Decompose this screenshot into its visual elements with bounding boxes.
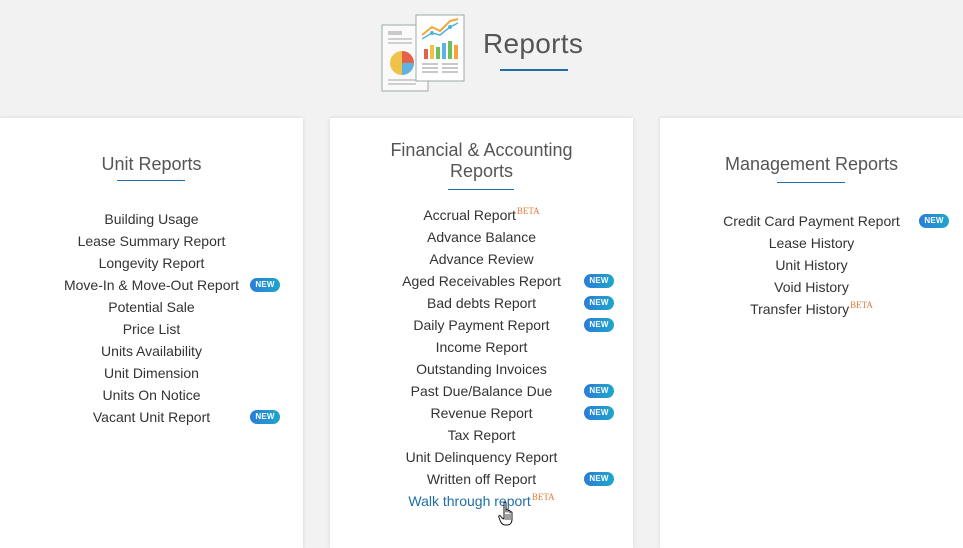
unit-reports-list: Building Usage Lease Summary Report Longev… [0, 208, 303, 428]
report-item-potential-sale[interactable]: Potential Sale [0, 296, 303, 318]
financial-reports-title-line1: Financial & Accounting [390, 140, 573, 160]
report-item-building-usage[interactable]: Building Usage [0, 208, 303, 230]
management-reports-underline [777, 182, 845, 183]
new-badge: NEW [584, 384, 614, 398]
report-item-advance-review[interactable]: Advance Review [330, 248, 633, 270]
beta-label: BETA [516, 206, 540, 216]
hand-cursor-icon [498, 501, 513, 526]
report-item-revenue-report[interactable]: Revenue Report NEW [330, 402, 633, 424]
report-item-units-availability[interactable]: Units Availability [0, 340, 303, 362]
new-badge: NEW [584, 406, 614, 420]
report-item-price-list[interactable]: Price List [0, 318, 303, 340]
report-link[interactable]: Revenue Report [431, 405, 533, 421]
report-link[interactable]: Longevity Report [99, 255, 205, 271]
management-reports-panel: Management Reports Credit Card Payment R… [660, 118, 963, 548]
report-item-void-history[interactable]: Void History [660, 276, 963, 298]
report-link[interactable]: Daily Payment Report [413, 317, 549, 333]
unit-reports-panel: Unit Reports Building Usage Lease Summary… [0, 118, 303, 548]
report-link[interactable]: Unit Delinquency Report [406, 449, 558, 465]
new-badge: NEW [584, 472, 614, 486]
page-title: Reports [483, 28, 584, 59]
management-reports-title: Management Reports [724, 154, 899, 174]
new-badge: NEW [584, 274, 614, 288]
report-link[interactable]: Income Report [436, 339, 528, 355]
report-link[interactable]: Units Availability [101, 343, 202, 359]
financial-reports-title: Financial & Accounting Reports [330, 140, 633, 182]
report-item-income-report[interactable]: Income Report [330, 336, 633, 358]
report-link[interactable]: Outstanding Invoices [416, 361, 547, 377]
report-link[interactable]: Bad debts Report [427, 295, 536, 311]
report-item-unit-delinquency-report[interactable]: Unit Delinquency Report [330, 446, 633, 468]
report-link[interactable]: Lease History [769, 235, 855, 251]
report-link[interactable]: Accrual Report [423, 207, 516, 223]
report-link[interactable]: Vacant Unit Report [93, 409, 210, 425]
new-badge: NEW [584, 318, 614, 332]
reports-chart-icon [381, 14, 465, 92]
report-link[interactable]: Potential Sale [108, 299, 194, 315]
management-reports-list: Credit Card Payment Report NEW Lease Histo… [660, 210, 963, 320]
report-item-unit-history[interactable]: Unit History [660, 254, 963, 276]
report-link[interactable]: Advance Review [429, 251, 533, 267]
report-link[interactable]: Unit History [775, 257, 847, 273]
financial-reports-title-line2: Reports [449, 161, 514, 181]
report-item-written-off-report[interactable]: Written off Report NEW [330, 468, 633, 490]
report-link[interactable]: Past Due/Balance Due [411, 383, 553, 399]
report-link[interactable]: Tax Report [448, 427, 516, 443]
report-item-tax-report[interactable]: Tax Report [330, 424, 633, 446]
report-link[interactable]: Void History [774, 279, 849, 295]
report-item-vacant-unit-report[interactable]: Vacant Unit Report NEW [0, 406, 303, 428]
report-item-daily-payment-report[interactable]: Daily Payment Report NEW [330, 314, 633, 336]
report-link[interactable]: Aged Receivables Report [402, 273, 561, 289]
new-badge: NEW [250, 410, 280, 424]
report-item-units-on-notice[interactable]: Units On Notice [0, 384, 303, 406]
report-item-advance-balance[interactable]: Advance Balance [330, 226, 633, 248]
beta-label: BETA [850, 300, 873, 310]
new-badge: NEW [919, 214, 949, 228]
financial-reports-list: Accrual ReportBETA Advance Balance Advance… [330, 204, 633, 512]
page-header: Reports [0, 0, 963, 118]
financial-reports-underline [448, 189, 514, 190]
new-badge: NEW [584, 296, 614, 310]
report-link[interactable]: Units On Notice [102, 387, 200, 403]
report-link[interactable]: Building Usage [104, 211, 198, 227]
report-item-accrual-report[interactable]: Accrual ReportBETA [330, 204, 633, 226]
report-item-walk-through-report[interactable]: Walk through reportBETA [330, 490, 633, 512]
report-item-lease-history[interactable]: Lease History [660, 232, 963, 254]
report-item-credit-card-payment-report[interactable]: Credit Card Payment Report NEW [660, 210, 963, 232]
unit-reports-title: Unit Reports [101, 154, 202, 174]
report-item-longevity-report[interactable]: Longevity Report [0, 252, 303, 274]
report-link[interactable]: Written off Report [427, 471, 536, 487]
report-item-transfer-history[interactable]: Transfer HistoryBETA [660, 298, 963, 320]
beta-label: BETA [531, 492, 555, 502]
report-item-aged-receivables-report[interactable]: Aged Receivables Report NEW [330, 270, 633, 292]
report-link[interactable]: Price List [123, 321, 181, 337]
report-item-unit-dimension[interactable]: Unit Dimension [0, 362, 303, 384]
unit-reports-underline [117, 180, 185, 181]
report-item-bad-debts-report[interactable]: Bad debts Report NEW [330, 292, 633, 314]
report-link[interactable]: Transfer History [750, 301, 849, 317]
report-link[interactable]: Move-In & Move-Out Report [64, 277, 239, 293]
report-link[interactable]: Unit Dimension [104, 365, 199, 381]
report-link[interactable]: Advance Balance [427, 229, 536, 245]
report-link[interactable]: Credit Card Payment Report [723, 213, 900, 229]
new-badge: NEW [250, 278, 280, 292]
title-underline [500, 69, 568, 71]
report-item-lease-summary-report[interactable]: Lease Summary Report [0, 230, 303, 252]
report-item-past-due-balance-due[interactable]: Past Due/Balance Due NEW [330, 380, 633, 402]
report-link[interactable]: Lease Summary Report [78, 233, 226, 249]
financial-reports-panel: Financial & Accounting Reports Accrual R… [330, 118, 633, 548]
report-item-outstanding-invoices[interactable]: Outstanding Invoices [330, 358, 633, 380]
report-item-move-in-move-out-report[interactable]: Move-In & Move-Out Report NEW [0, 274, 303, 296]
